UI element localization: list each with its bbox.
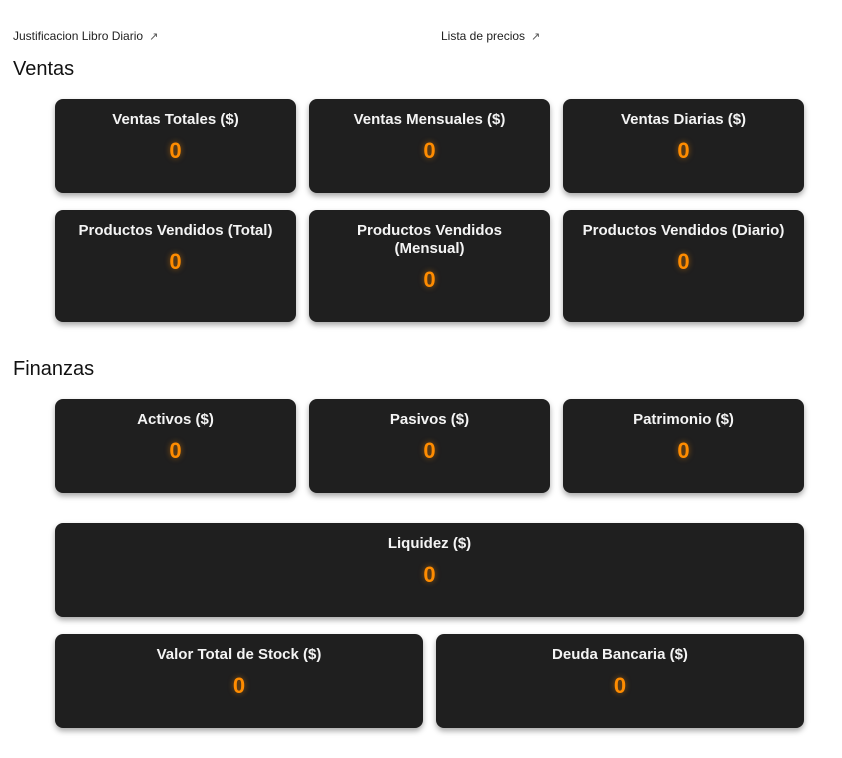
card-total-sales: Ventas Totales ($) 0	[55, 99, 296, 193]
card-products-daily: Productos Vendidos (Diario) 0	[563, 210, 804, 322]
card-value: 0	[169, 438, 182, 463]
card-title: Deuda Bancaria ($)	[552, 646, 688, 663]
card-value: 0	[423, 562, 436, 587]
card-value: 0	[423, 267, 436, 292]
card-monthly-sales: Ventas Mensuales ($) 0	[309, 99, 550, 193]
card-value: 0	[169, 249, 182, 274]
card-value: 0	[677, 438, 690, 463]
journal-justification-label: Justificacion Libro Diario	[13, 29, 144, 43]
card-value: 0	[423, 438, 436, 463]
top-links: Justificacion Libro Diario ↗ Lista de pr…	[13, 29, 813, 45]
external-link-icon: ↗	[531, 30, 541, 43]
card-value: 0	[423, 138, 436, 163]
card-title: Ventas Totales ($)	[112, 111, 239, 128]
card-bank-debt: Deuda Bancaria ($) 0	[436, 634, 804, 728]
card-equity: Patrimonio ($) 0	[563, 399, 804, 493]
card-liabilities: Pasivos ($) 0	[309, 399, 550, 493]
journal-justification-link[interactable]: Justificacion Libro Diario ↗	[13, 29, 158, 43]
card-daily-sales: Ventas Diarias ($) 0	[563, 99, 804, 193]
card-title: Productos Vendidos (Total)	[78, 222, 273, 239]
card-value: 0	[169, 138, 182, 163]
card-title: Activos ($)	[137, 411, 214, 428]
card-assets: Activos ($) 0	[55, 399, 296, 493]
card-title: Productos Vendidos (Diario)	[582, 222, 785, 239]
card-title: Liquidez ($)	[387, 535, 472, 552]
card-value: 0	[613, 673, 627, 698]
card-liquidity: Liquidez ($) 0	[55, 523, 804, 617]
card-stock-value: Valor Total de Stock ($) 0	[55, 634, 423, 728]
card-value: 0	[232, 673, 246, 698]
card-title: Valor Total de Stock ($)	[156, 646, 322, 663]
card-title: Patrimonio ($)	[633, 411, 734, 428]
card-title: Pasivos ($)	[389, 411, 470, 428]
section-title-finance: Finanzas	[13, 358, 95, 380]
price-list-label: Lista de precios	[441, 29, 526, 43]
external-link-icon: ↗	[149, 30, 159, 43]
section-title-sales: Ventas	[13, 58, 75, 80]
card-value: 0	[677, 138, 690, 163]
card-products-total: Productos Vendidos (Total) 0	[55, 210, 296, 322]
card-title: Ventas Diarias ($)	[620, 111, 747, 128]
card-title: Productos Vendidos (Mensual)	[356, 222, 503, 257]
card-value: 0	[677, 249, 690, 274]
card-products-monthly: Productos Vendidos (Mensual) 0	[309, 210, 550, 322]
price-list-link[interactable]: Lista de precios ↗	[441, 29, 540, 43]
card-title: Ventas Mensuales ($)	[353, 111, 506, 128]
